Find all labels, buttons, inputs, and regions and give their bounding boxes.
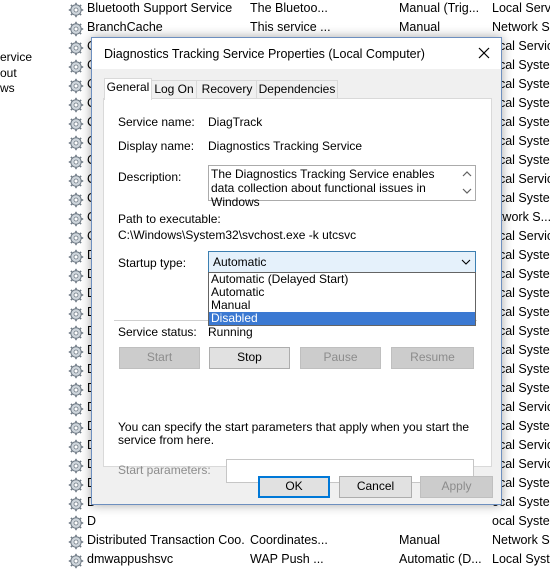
service-gear-icon (68, 553, 84, 569)
service-description-cell: WAP Push ... (250, 552, 324, 566)
service-status-value: Running (208, 325, 253, 339)
service-gear-icon (68, 534, 84, 550)
display-name-label: Display name: (118, 139, 195, 153)
ok-button[interactable]: OK (258, 476, 330, 498)
chevron-down-icon[interactable] (459, 183, 475, 200)
description-field[interactable]: The Diagnostics Tracking Service enables… (208, 165, 476, 209)
tab-general[interactable]: General (104, 78, 152, 100)
tab-dependencies[interactable]: Dependencies (256, 80, 338, 99)
service-name-cell: dmwappushsvc (87, 552, 174, 566)
service-row[interactable]: dmwappushsvc WAP Push ... Automatic (D... L… (62, 551, 550, 570)
tab-log-on[interactable]: Log On (150, 80, 198, 99)
service-gear-icon (68, 287, 84, 303)
service-gear-icon (68, 420, 84, 436)
service-gear-icon (68, 97, 84, 113)
service-description-cell: The Bluetoo... (250, 1, 328, 15)
service-startup-cell: Manual (399, 20, 440, 34)
service-logon-cell: Network S... (492, 20, 550, 34)
service-name-label: Service name: (118, 115, 195, 129)
service-gear-icon (68, 344, 84, 360)
service-gear-icon (68, 211, 84, 227)
service-gear-icon (68, 401, 84, 417)
dialog-title: Diagnostics Tracking Service Properties … (104, 47, 425, 61)
close-icon (478, 47, 490, 59)
service-logon-cell: ocal Syste (492, 514, 550, 528)
apply-button[interactable]: Apply (420, 476, 493, 498)
service-gear-icon (68, 268, 84, 284)
properties-dialog: Diagnostics Tracking Service Properties … (91, 37, 502, 505)
service-gear-icon (68, 116, 84, 132)
left-panel: ervice out ws (0, 0, 62, 550)
service-name-cell: D (87, 514, 97, 528)
left-link-2[interactable]: out (0, 66, 17, 80)
service-gear-icon (68, 382, 84, 398)
service-gear-icon (68, 249, 84, 265)
service-row[interactable]: BranchCache This service ... Manual Network… (62, 19, 550, 38)
service-row[interactable]: Distributed Transaction Coo... Coordinate… (62, 532, 550, 551)
service-gear-icon (68, 59, 84, 75)
description-scrollbar[interactable] (459, 166, 475, 200)
service-startup-cell: Manual (399, 533, 440, 547)
service-gear-icon (68, 496, 84, 512)
service-name-cell: Distributed Transaction Coo... (87, 533, 245, 547)
service-row[interactable]: Docal Syste (62, 513, 550, 532)
left-link-1[interactable]: ervice (0, 50, 32, 64)
service-gear-icon (68, 135, 84, 151)
service-logon-cell: Local Servic (492, 1, 550, 15)
help-text: You can specify the start parameters tha… (118, 420, 470, 447)
stop-button[interactable]: Stop (209, 347, 290, 369)
chevron-down-icon (461, 259, 471, 265)
path-label: Path to executable: (118, 212, 221, 226)
startup-type-value: Automatic (213, 255, 267, 269)
left-link-3[interactable]: ws (0, 81, 15, 95)
service-logon-cell: Local Syste (492, 552, 550, 566)
pause-button[interactable]: Pause (300, 347, 381, 369)
general-panel: Service name: DiagTrack Display name: Di… (103, 98, 492, 483)
startup-type-select[interactable]: Automatic (208, 251, 476, 273)
description-label: Description: (118, 170, 182, 184)
service-startup-cell: Automatic (D... (399, 552, 482, 566)
service-gear-icon (68, 21, 84, 37)
service-gear-icon (68, 363, 84, 379)
service-row[interactable]: Bluetooth Support Service The Bluetoo... M… (62, 0, 550, 19)
service-gear-icon (68, 458, 84, 474)
service-gear-icon (68, 325, 84, 341)
service-gear-icon (68, 154, 84, 170)
service-name-cell: Bluetooth Support Service (87, 1, 233, 15)
service-description-cell: This service ... (250, 20, 331, 34)
service-logon-cell: Network S... (492, 533, 550, 547)
start-params-label: Start parameters: (118, 463, 211, 477)
path-value: C:\Windows\System32\svchost.exe -k utcsv… (118, 228, 357, 242)
startup-type-dropdown: Automatic (Delayed Start) Automatic Manual… (208, 272, 476, 326)
close-button[interactable] (467, 38, 501, 69)
startup-type-label: Startup type: (118, 256, 187, 270)
display-name-value: Diagnostics Tracking Service (208, 139, 363, 153)
service-name-value: DiagTrack (208, 115, 263, 129)
tab-recovery[interactable]: Recovery (196, 80, 258, 99)
service-gear-icon (68, 192, 84, 208)
service-gear-icon (68, 40, 84, 56)
cancel-button[interactable]: Cancel (339, 476, 412, 498)
service-gear-icon (68, 173, 84, 189)
service-status-label: Service status: (118, 325, 197, 339)
resume-button[interactable]: Resume (391, 347, 474, 369)
service-gear-icon (68, 78, 84, 94)
start-button[interactable]: Start (119, 347, 200, 369)
service-gear-icon (68, 2, 84, 18)
service-gear-icon (68, 230, 84, 246)
service-description-cell: Coordinates... (250, 533, 328, 547)
description-text: The Diagnostics Tracking Service enables… (211, 167, 435, 209)
service-gear-icon (68, 306, 84, 322)
service-name-cell: BranchCache (87, 20, 163, 34)
service-gear-icon (68, 477, 84, 493)
startup-option[interactable]: Disabled (209, 312, 475, 325)
service-gear-icon (68, 515, 84, 531)
service-startup-cell: Manual (Trig... (399, 1, 480, 15)
chevron-up-icon[interactable] (459, 166, 475, 183)
service-gear-icon (68, 439, 84, 455)
dialog-titlebar[interactable]: Diagnostics Tracking Service Properties … (92, 38, 501, 69)
